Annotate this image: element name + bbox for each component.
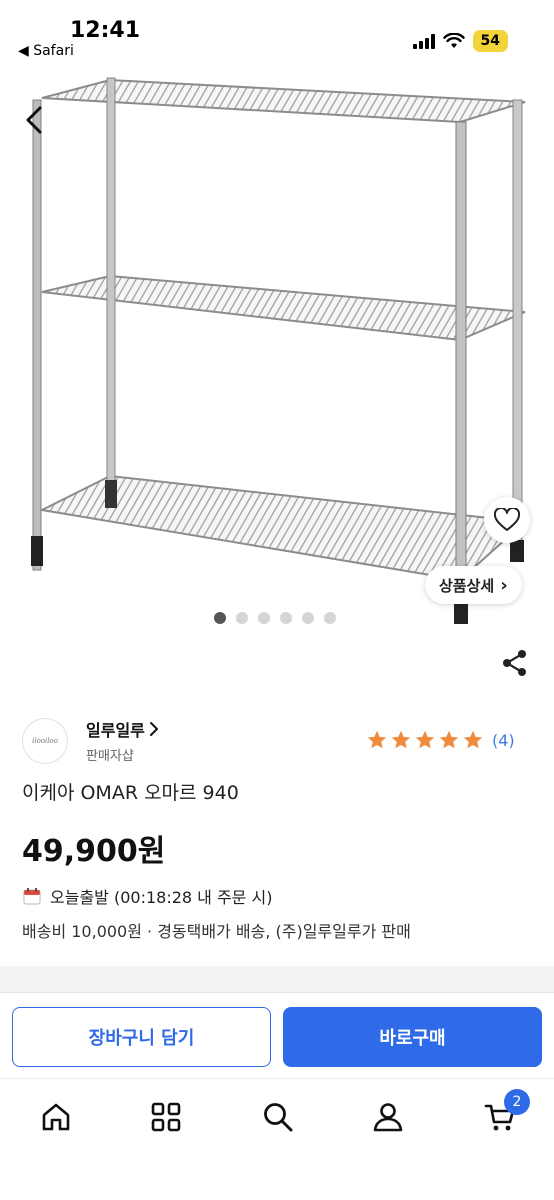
star-icon — [439, 730, 459, 749]
purchase-action-bar: 장바구니 담기 바로구매 — [0, 992, 554, 1078]
chevron-right-icon: › — [500, 574, 508, 596]
nav-home[interactable] — [34, 1095, 78, 1139]
cart-count-badge: 2 — [504, 1089, 530, 1115]
chevron-left-icon — [26, 106, 42, 134]
buy-now-button[interactable]: 바로구매 — [283, 1007, 542, 1067]
review-count: (4) — [492, 730, 515, 750]
status-time: 12:41 — [70, 18, 141, 43]
wishlist-button[interactable] — [484, 497, 530, 543]
seller-logo-text: ilooiloo — [32, 737, 58, 745]
calendar-icon — [23, 888, 41, 905]
seller-name-link[interactable]: 일루일루 — [86, 717, 159, 741]
nav-cart[interactable]: 2 — [478, 1089, 530, 1139]
pagination-dot[interactable] — [324, 612, 336, 624]
product-detail-button[interactable]: 상품상세 › — [425, 566, 522, 604]
back-button[interactable] — [20, 100, 50, 140]
cellular-signal-icon — [412, 33, 435, 49]
product-title: 이케아 OMAR 오마르 940 — [22, 782, 239, 804]
product-image[interactable]: 상품상세 › — [0, 70, 554, 640]
star-icon — [463, 730, 483, 749]
back-to-safari-link[interactable]: ◀ Safari — [18, 43, 74, 59]
shipping-today: 오늘출발 (00:18:28 내 주문 시) — [22, 884, 272, 908]
pagination-dot[interactable] — [280, 612, 292, 624]
nav-category[interactable] — [144, 1095, 188, 1139]
chevron-right-icon — [149, 722, 158, 736]
nav-search[interactable] — [256, 1095, 300, 1139]
pagination-dot[interactable] — [302, 612, 314, 624]
rating[interactable]: (4) — [366, 729, 515, 751]
user-icon — [373, 1103, 403, 1132]
section-divider — [0, 966, 554, 992]
product-price: 49,900원 — [22, 834, 166, 869]
category-grid-icon — [151, 1102, 181, 1132]
home-icon — [42, 1103, 70, 1131]
star-icon — [415, 730, 435, 749]
pagination-dot[interactable] — [236, 612, 248, 624]
bottom-navigation: 2 — [0, 1078, 554, 1200]
add-to-cart-button[interactable]: 장바구니 담기 — [12, 1007, 271, 1067]
shipping-info: 배송비 10,000원 · 경동택배가 배송, (주)일루일루가 판매 — [22, 922, 411, 941]
product-detail-label: 상품상세 — [439, 576, 495, 595]
shipping-today-text: 오늘출발 (00:18:28 내 주문 시) — [50, 888, 273, 907]
heart-icon — [494, 508, 520, 531]
image-pagination — [214, 612, 336, 624]
status-bar: 12:41 ◀ Safari 54 — [0, 0, 554, 70]
nav-my-page[interactable] — [366, 1095, 410, 1139]
star-icon — [367, 730, 387, 749]
battery-indicator: 54 — [472, 30, 508, 52]
wire-shelf-image — [31, 77, 528, 624]
pagination-dot[interactable] — [258, 612, 270, 624]
seller-name: 일루일루 — [86, 721, 145, 740]
search-icon — [264, 1103, 293, 1132]
wifi-icon — [442, 33, 465, 48]
seller-subtitle: 판매자샵 — [86, 749, 134, 764]
pagination-dot-active[interactable] — [214, 612, 226, 624]
seller-logo[interactable]: ilooiloo — [22, 718, 68, 764]
share-icon — [503, 650, 526, 676]
share-button[interactable] — [498, 646, 532, 680]
rating-stars — [366, 729, 484, 751]
status-icons: 54 — [412, 30, 508, 52]
star-icon — [391, 730, 411, 749]
